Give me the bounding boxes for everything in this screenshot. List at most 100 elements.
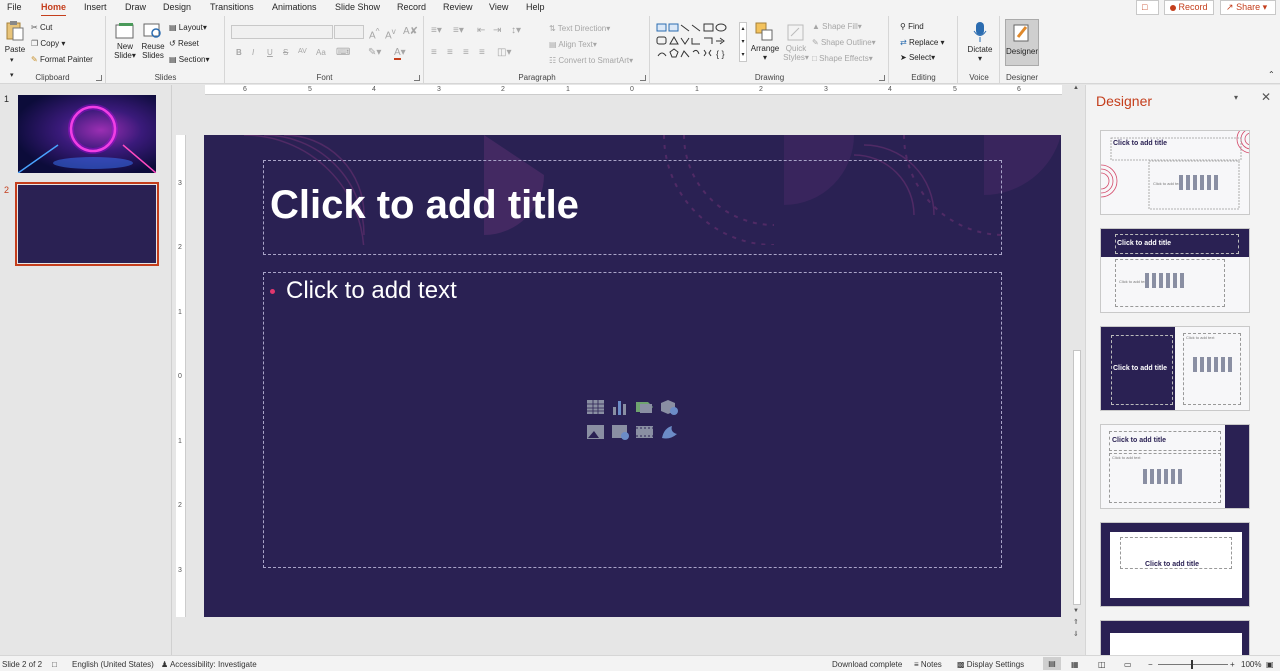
reuse-slides-button[interactable]: Reuse Slides — [141, 22, 165, 60]
shape-effects-button[interactable]: □ Shape Effects▾ — [812, 54, 873, 63]
insert-chart-icon[interactable] — [611, 399, 630, 415]
italic-button[interactable]: I — [252, 48, 254, 57]
reading-view-icon[interactable]: ◫ — [1098, 660, 1106, 669]
notes-button[interactable]: ≡ Notes — [914, 660, 942, 669]
character-spacing-button[interactable]: AV — [298, 48, 307, 55]
shapes-gallery-icon[interactable]: { } — [656, 22, 740, 62]
previous-slide-icon[interactable]: ⇑ — [1073, 618, 1079, 626]
design-idea-card[interactable]: Click to add title Click to add text — [1100, 228, 1250, 313]
increase-indent-icon[interactable]: ⇥ — [493, 25, 501, 36]
dialog-launcher-icon[interactable] — [414, 75, 420, 81]
font-name-combo[interactable] — [231, 25, 333, 39]
reset-button[interactable]: ↺ Reset — [169, 39, 199, 48]
tab-slide-show[interactable]: Slide Show — [335, 2, 380, 12]
change-case-button[interactable]: Aa — [316, 48, 326, 57]
quick-styles-button[interactable]: Quick Styles▾ — [783, 22, 809, 62]
design-idea-card[interactable]: Click to add title Click to add text — [1100, 424, 1250, 509]
slide-thumbnail-2[interactable] — [15, 182, 159, 266]
tab-view[interactable]: View — [489, 2, 508, 12]
find-button[interactable]: ⚲ Find — [900, 22, 924, 31]
normal-view-icon[interactable]: ▤ — [1043, 657, 1061, 670]
slide-show-icon[interactable]: ▭ — [1124, 660, 1132, 669]
pane-options-icon[interactable]: ▾ — [1234, 93, 1238, 102]
scroll-up-icon[interactable]: ▲ — [1073, 85, 1079, 91]
slide-sorter-icon[interactable]: ▦ — [1071, 660, 1079, 669]
insert-smartart-icon[interactable] — [635, 399, 654, 415]
insert-icons-icon[interactable] — [660, 424, 679, 440]
zoom-in-button[interactable]: + — [1230, 660, 1235, 669]
tab-insert[interactable]: Insert — [84, 2, 107, 12]
design-idea-card[interactable]: Click to add title Click to add text — [1100, 326, 1250, 411]
zoom-slider-thumb[interactable] — [1191, 660, 1193, 669]
arrange-button[interactable]: Arrange ▾ — [750, 22, 780, 62]
insert-table-icon[interactable] — [586, 399, 605, 415]
tab-file[interactable]: File — [7, 2, 22, 12]
strikethrough-button[interactable]: S — [283, 48, 288, 57]
dialog-launcher-icon[interactable] — [879, 75, 885, 81]
copy-button[interactable]: ❐ Copy ▾ — [31, 39, 65, 48]
fit-to-window-icon[interactable]: ▣ — [1266, 660, 1274, 669]
font-color-icon[interactable]: A▾ — [394, 47, 406, 60]
dialog-launcher-icon[interactable] — [640, 75, 646, 81]
bullets-icon[interactable]: ≡▾ — [431, 25, 442, 36]
collapse-ribbon-icon[interactable]: ⌃ — [1268, 70, 1275, 79]
paste-button[interactable]: Paste — [4, 20, 26, 54]
insert-picture-icon[interactable] — [586, 424, 605, 440]
insert-stock-images-icon[interactable] — [611, 424, 630, 440]
share-button[interactable]: ↗ Share ▾ — [1220, 0, 1276, 15]
align-left-icon[interactable]: ≡ — [431, 47, 437, 58]
tab-transitions[interactable]: Transitions — [210, 2, 254, 12]
decrease-font-icon[interactable]: Av — [385, 26, 396, 41]
zoom-out-button[interactable]: − — [1148, 660, 1153, 669]
tab-record[interactable]: Record — [397, 2, 426, 12]
convert-smartart-button[interactable]: ☷ Convert to SmartArt▾ — [549, 56, 633, 65]
design-idea-card[interactable]: Click to add title Click to add text — [1100, 130, 1250, 215]
current-slide[interactable]: Click to add title Click to add text — [204, 135, 1061, 617]
zoom-level[interactable]: 100% — [1241, 660, 1261, 669]
replace-button[interactable]: ⇄ Replace ▾ — [900, 38, 945, 47]
shape-fill-button[interactable]: ▲ Shape Fill▾ — [812, 22, 862, 31]
insert-3d-model-icon[interactable] — [660, 399, 679, 415]
spell-check-icon[interactable]: □ — [52, 660, 57, 669]
tab-home[interactable]: Home — [41, 2, 67, 17]
clear-all-formatting-icon[interactable]: ⌨ — [336, 47, 350, 58]
clear-format-icon[interactable]: A✘ — [403, 26, 418, 37]
accessibility-button[interactable]: ♟ Accessibility: Investigate — [161, 660, 257, 669]
insert-video-icon[interactable] — [635, 424, 654, 440]
language-indicator[interactable]: English (United States) — [72, 660, 154, 669]
bold-button[interactable]: B — [236, 48, 242, 57]
tab-draw[interactable]: Draw — [125, 2, 146, 12]
zoom-slider[interactable] — [1158, 660, 1228, 669]
design-idea-card[interactable] — [1100, 620, 1250, 655]
record-button[interactable]: Record — [1164, 0, 1214, 15]
title-placeholder[interactable]: Click to add title — [263, 160, 1002, 255]
slide-thumbnail-1[interactable] — [17, 95, 157, 174]
design-idea-card[interactable]: Click to add title — [1100, 522, 1250, 607]
align-center-icon[interactable]: ≡ — [447, 47, 453, 58]
tab-animations[interactable]: Animations — [272, 2, 317, 12]
decrease-indent-icon[interactable]: ⇤ — [477, 25, 485, 36]
format-painter-button[interactable]: ✎ Format Painter — [31, 55, 93, 64]
columns-icon[interactable]: ◫▾ — [497, 47, 511, 58]
justify-icon[interactable]: ≡ — [479, 47, 485, 58]
section-button[interactable]: ▤ Section▾ — [169, 55, 210, 64]
align-right-icon[interactable]: ≡ — [463, 47, 469, 58]
designer-button[interactable]: Designer — [1005, 19, 1039, 66]
highlight-color-icon[interactable]: ✎▾ — [368, 47, 381, 58]
tab-review[interactable]: Review — [443, 2, 473, 12]
next-slide-icon[interactable]: ⇓ — [1073, 630, 1079, 638]
scroll-down-icon[interactable]: ▼ — [1073, 608, 1079, 614]
align-text-button[interactable]: ▤ Align Text▾ — [549, 40, 597, 49]
shape-outline-button[interactable]: ✎ Shape Outline▾ — [812, 38, 876, 47]
content-placeholder[interactable]: Click to add text — [263, 272, 1002, 568]
tab-help[interactable]: Help — [526, 2, 545, 12]
close-icon[interactable]: ✕ — [1261, 90, 1271, 104]
new-slide-button[interactable]: New Slide▾ — [113, 22, 137, 60]
select-button[interactable]: ➤ Select▾ — [900, 53, 935, 62]
font-size-combo[interactable] — [334, 25, 364, 39]
layout-button[interactable]: ▤ Layout▾ — [169, 23, 207, 32]
numbering-icon[interactable]: ≡▾ — [453, 25, 464, 36]
display-settings-button[interactable]: ▩ Display Settings — [957, 660, 1024, 669]
underline-button[interactable]: U — [267, 48, 273, 57]
dictate-button[interactable]: Dictate ▾ — [965, 21, 995, 63]
